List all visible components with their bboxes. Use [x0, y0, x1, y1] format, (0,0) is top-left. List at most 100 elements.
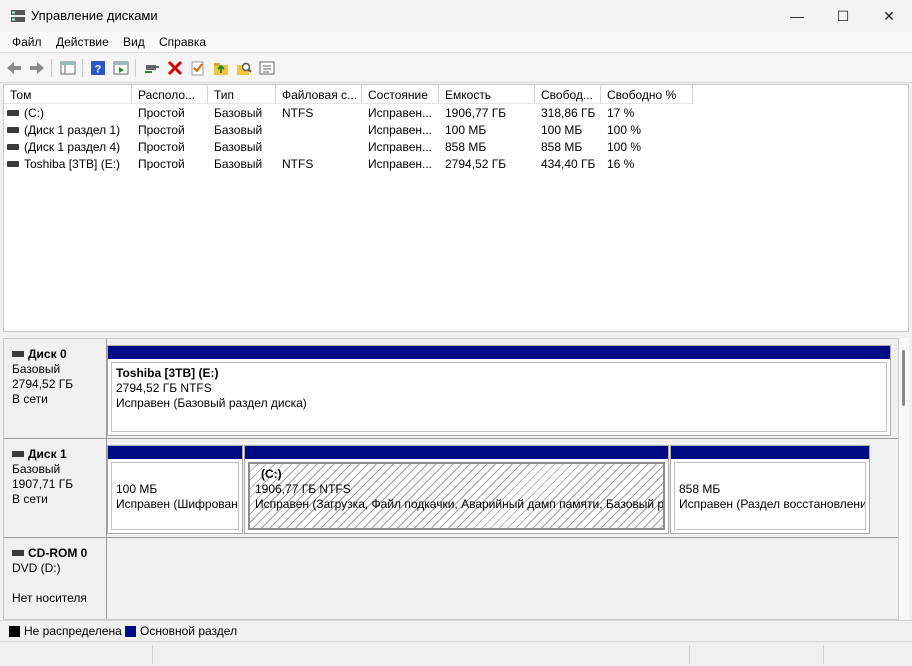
disk-type: Базовый	[12, 462, 61, 476]
column-header-volume[interactable]: Том	[4, 85, 132, 104]
search-folder-icon[interactable]	[234, 58, 254, 78]
delete-icon[interactable]	[165, 58, 185, 78]
window-title: Управление дисками	[31, 8, 158, 23]
cell-filesystem: NTFS	[282, 157, 314, 171]
disk-status: Нет носителя	[12, 591, 87, 605]
properties-icon[interactable]	[111, 58, 131, 78]
cell-status: Исправен...	[368, 157, 433, 171]
maximize-button[interactable]: ☐	[820, 0, 866, 32]
partition-size: 1906,77 ГБ NTFS	[255, 482, 351, 496]
disk-management-app-icon	[11, 10, 25, 22]
partition-header	[108, 446, 242, 459]
help-icon[interactable]: ?	[88, 58, 108, 78]
partition-status: Исправен (Базовый раздел диска)	[116, 396, 307, 410]
column-header-layout[interactable]: Располо...	[132, 85, 208, 104]
cell-volume: (Диск 1 раздел 4)	[24, 140, 121, 154]
disk-status: В сети	[12, 392, 48, 406]
menu-action[interactable]: Действие	[56, 35, 109, 49]
close-button[interactable]: ✕	[866, 0, 912, 32]
cell-layout: Простой	[138, 106, 185, 120]
disk-graph-view: Диск 0 Базовый 2794,52 ГБ В сети Toshiba…	[3, 338, 899, 620]
cell-free-percent: 17 %	[607, 106, 635, 120]
disk-icon	[12, 450, 24, 457]
partition-size: 858 МБ	[679, 482, 721, 496]
graph-scrollbar[interactable]	[899, 338, 909, 620]
partition-title: (C:)	[261, 467, 282, 481]
disk-1-partitions: 100 МБ Исправен (Шифрован (C:) 1906,77 Г…	[107, 439, 898, 538]
cell-volume: Toshiba [3TB] (E:)	[24, 157, 121, 171]
partition-status: Исправен (Шифрован	[116, 497, 238, 511]
partition-header	[671, 446, 869, 459]
legend-label-primary: Основной раздел	[140, 624, 238, 638]
disk-0-partitions: Toshiba [3TB] (E:) 2794,52 ГБ NTFS Испра…	[107, 339, 898, 439]
cell-type: Базовый	[214, 140, 263, 154]
volume-list: Том Располо... Тип Файловая с... Состоян…	[3, 84, 909, 332]
folder-up-icon[interactable]	[211, 58, 231, 78]
cell-filesystem: NTFS	[282, 106, 314, 120]
cell-free-percent: 100 %	[607, 123, 642, 137]
status-bar	[0, 641, 912, 666]
disk-status: В сети	[12, 492, 48, 506]
cell-layout: Простой	[138, 123, 185, 137]
back-arrow-icon[interactable]	[4, 58, 24, 78]
partition-status: Исправен (Раздел восстановлени	[679, 497, 866, 511]
cdrom-0-label[interactable]: CD-ROM 0 DVD (D:) Нет носителя	[4, 538, 107, 619]
column-header-capacity[interactable]: Емкость	[439, 85, 535, 104]
partition-body: 100 МБ Исправен (Шифрован	[111, 462, 239, 530]
svg-text:?: ?	[95, 64, 102, 76]
cell-free-percent: 16 %	[607, 157, 635, 171]
column-header-filesystem[interactable]: Файловая с...	[276, 85, 362, 104]
drive-icon	[7, 126, 19, 133]
legend: Не распределена Основной раздел	[0, 620, 912, 640]
disk-type: Базовый	[12, 362, 61, 376]
disk-0-label[interactable]: Диск 0 Базовый 2794,52 ГБ В сети	[4, 339, 107, 439]
cell-layout: Простой	[138, 157, 185, 171]
minimize-button[interactable]: —	[774, 0, 820, 32]
disk-size: 2794,52 ГБ	[12, 377, 74, 391]
cell-status: Исправен...	[368, 106, 433, 120]
column-header-free-space[interactable]: Свобод...	[535, 85, 601, 104]
legend-label-unallocated: Не распределена	[24, 624, 122, 638]
cell-free-space: 100 МБ	[541, 123, 583, 137]
partition-recovery[interactable]: 858 МБ Исправен (Раздел восстановлени	[670, 445, 870, 534]
connect-icon[interactable]	[142, 58, 162, 78]
drive-icon	[7, 160, 19, 167]
menu-view[interactable]: Вид	[123, 35, 145, 49]
partition-status: Исправен (Загрузка, Файл подкачки, Авари…	[255, 497, 665, 511]
console-tree-icon[interactable]	[58, 58, 78, 78]
cell-type: Базовый	[214, 123, 263, 137]
column-header-status[interactable]: Состояние	[362, 85, 439, 104]
partition-size: 100 МБ	[116, 482, 158, 496]
cell-status: Исправен...	[368, 123, 433, 137]
menu-file[interactable]: Файл	[12, 35, 42, 49]
partition-header	[108, 346, 890, 359]
disk-1-label[interactable]: Диск 1 Базовый 1907,71 ГБ В сети	[4, 439, 107, 538]
disk-size	[12, 576, 106, 591]
partition-efi[interactable]: 100 МБ Исправен (Шифрован	[107, 445, 243, 534]
column-header-type[interactable]: Тип	[208, 85, 276, 104]
disk-type: DVD (D:)	[12, 561, 61, 575]
partition-c[interactable]: (C:) 1906,77 ГБ NTFS Исправен (Загрузка,…	[244, 445, 669, 534]
cell-capacity: 2794,52 ГБ	[445, 157, 507, 171]
disk-name: CD-ROM 0	[28, 546, 88, 560]
partition-size: 2794,52 ГБ NTFS	[116, 381, 212, 395]
partition-title: Toshiba [3TB] (E:)	[116, 366, 219, 380]
list-icon[interactable]	[257, 58, 277, 78]
drive-icon	[7, 109, 19, 116]
cell-free-space: 858 МБ	[541, 140, 583, 154]
cell-capacity: 858 МБ	[445, 140, 487, 154]
partition-e[interactable]: Toshiba [3TB] (E:) 2794,52 ГБ NTFS Испра…	[107, 345, 891, 436]
cell-free-space: 434,40 ГБ	[541, 157, 596, 171]
scrollbar-thumb[interactable]	[902, 350, 905, 406]
forward-arrow-icon[interactable]	[27, 58, 47, 78]
legend-swatch-primary	[125, 626, 136, 637]
cell-volume: (C:)	[24, 106, 44, 120]
cell-type: Базовый	[214, 157, 263, 171]
disk-name: Диск 0	[28, 347, 67, 361]
column-header-free-percent[interactable]: Свободно %	[601, 85, 693, 104]
cell-volume: (Диск 1 раздел 1)	[24, 123, 121, 137]
check-icon[interactable]	[188, 58, 208, 78]
menu-help[interactable]: Справка	[159, 35, 206, 49]
cell-free-percent: 100 %	[607, 140, 642, 154]
cdrom-0-area	[107, 538, 898, 619]
